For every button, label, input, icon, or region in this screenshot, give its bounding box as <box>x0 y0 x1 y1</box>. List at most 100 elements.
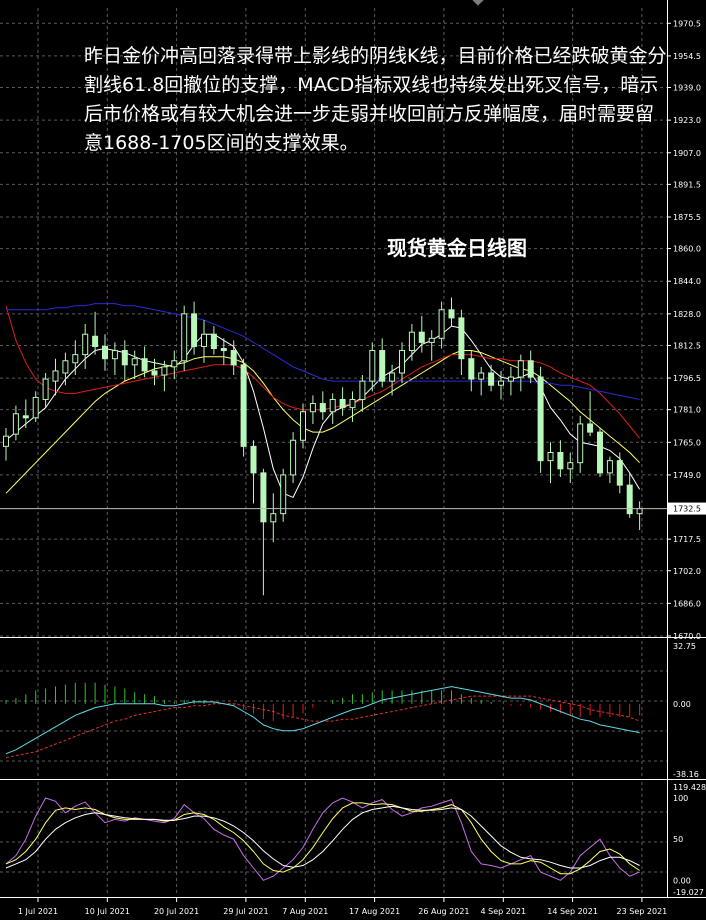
candle-body-down <box>240 364 247 447</box>
y-tick-label: 1891.5 <box>673 180 701 189</box>
y-tick-label: 1812.5 <box>673 341 701 350</box>
x-tick-label: 17 Aug 2021 <box>349 907 400 916</box>
candle-body-up <box>42 378 49 400</box>
candle-body-up <box>300 411 306 441</box>
candle-body-up <box>478 372 485 380</box>
candle-body-up <box>438 309 445 339</box>
y-tick-label: 1970.5 <box>673 19 701 28</box>
oscillator-y-label: 119.428 <box>673 783 706 792</box>
y-tick-label: 1702.0 <box>673 567 701 576</box>
candle-body-down <box>527 360 534 378</box>
candle-body-up <box>507 376 514 382</box>
macd-panel <box>5 682 641 758</box>
moving-average-line <box>5 350 640 494</box>
candle-body-up <box>12 413 19 435</box>
candle-body-down <box>121 350 128 366</box>
candle-body-down <box>626 484 633 515</box>
candle-body-up <box>52 370 59 382</box>
candle-body-up <box>349 398 356 409</box>
candle-body-up <box>408 331 415 352</box>
candle-body-up <box>181 313 188 362</box>
kdj-panel <box>5 797 640 881</box>
macd-main-line <box>5 686 640 755</box>
candle-body-down <box>92 335 99 347</box>
x-tick-label: 14 Sep 2021 <box>547 907 598 916</box>
candle-body-up <box>359 380 366 400</box>
x-tick-label: 23 Sep 2021 <box>617 907 668 916</box>
candle-body-up <box>290 439 297 476</box>
candle-body-down <box>597 431 603 474</box>
candle-body-up <box>399 350 405 374</box>
candle-body-up <box>32 396 39 419</box>
candle-body-up <box>389 372 396 382</box>
candle-body-up <box>369 350 376 382</box>
candle-body-down <box>250 445 257 474</box>
candle-body-down <box>379 350 386 382</box>
candle-body-down <box>141 358 148 372</box>
candle-body-down <box>488 372 495 386</box>
candle-body-up <box>62 360 69 374</box>
candle-body-up <box>72 354 79 364</box>
candle-body-up <box>111 350 118 360</box>
candle-body-down <box>468 358 475 380</box>
candle-body-up <box>280 474 287 515</box>
candle-body-up <box>547 451 554 462</box>
macd-y-label: 32.75 <box>673 642 696 651</box>
candle-body-up <box>567 462 574 470</box>
candle-body-down <box>210 333 217 350</box>
oscillator-y-label: 0.00 <box>673 876 691 885</box>
candle-body-down <box>339 398 346 409</box>
oscillator-line <box>5 805 640 869</box>
y-tick-label: 1717.5 <box>673 535 701 544</box>
candle-body-up <box>131 358 138 366</box>
y-tick-label: 1907.0 <box>673 149 701 158</box>
y-tick-label: 1875.5 <box>673 213 701 222</box>
y-tick-label: 1749.0 <box>673 471 701 480</box>
y-tick-label: 1828.0 <box>673 310 701 319</box>
candle-body-down <box>557 451 564 470</box>
oscillator-y-label: -19.027 <box>673 888 704 897</box>
moving-average-line <box>6 303 640 400</box>
candle-body-up <box>517 360 524 378</box>
macd-y-label: 0.00 <box>673 700 691 709</box>
x-tick-label: 1 Jul 2021 <box>18 907 58 916</box>
x-tick-label: 4 Sep 2021 <box>480 907 526 916</box>
x-tick-label: 29 Jul 2021 <box>223 907 268 916</box>
candle-body-up <box>636 508 643 515</box>
candle-body-up <box>329 398 336 413</box>
candle-body-down <box>319 403 326 413</box>
candle-body-down <box>191 313 198 347</box>
y-tick-label: 1923.0 <box>673 116 701 125</box>
x-tick-label: 7 Aug 2021 <box>282 907 328 916</box>
candle-body-up <box>577 423 584 464</box>
y-tick-label: 1686.0 <box>673 599 701 608</box>
candle-body-down <box>22 415 29 419</box>
y-tick-label: 1781.0 <box>673 406 701 415</box>
x-tick-label: 10 Jul 2021 <box>85 907 130 916</box>
oscillator-line <box>5 797 640 881</box>
y-tick-label: 1765.0 <box>673 438 701 447</box>
oscillator-y-label: 50 <box>673 835 683 844</box>
candle-body-up <box>309 403 316 413</box>
current-price-label: 1732.5 <box>673 505 701 514</box>
y-tick-label: 1954.5 <box>673 52 701 61</box>
y-tick-label: 1670.0 <box>673 632 701 641</box>
y-tick-label: 1860.0 <box>673 245 701 254</box>
candle-body-down <box>260 472 267 523</box>
candle-body-down <box>537 376 544 462</box>
candle-body-down <box>448 309 455 319</box>
candle-body-up <box>82 333 89 356</box>
chart-title: 现货黄金日线图 <box>387 236 527 260</box>
candle-body-down <box>587 423 594 433</box>
y-tick-label: 1844.0 <box>673 277 701 286</box>
candle-body-down <box>230 350 237 366</box>
candle-body-down <box>220 348 227 352</box>
macd-y-label: -38.16 <box>673 770 699 779</box>
candle-body-down <box>418 331 425 343</box>
analysis-annotation: 昨日金价冲高回落录得带上影线的阴线K线，目前价格已经跌破黄金分割线61.8回撤位… <box>84 45 667 154</box>
candle-body-down <box>616 460 623 486</box>
candle-body-up <box>606 460 613 474</box>
candle-body-up <box>171 360 178 368</box>
candle-body-down <box>458 317 465 360</box>
price-panel <box>0 297 667 596</box>
